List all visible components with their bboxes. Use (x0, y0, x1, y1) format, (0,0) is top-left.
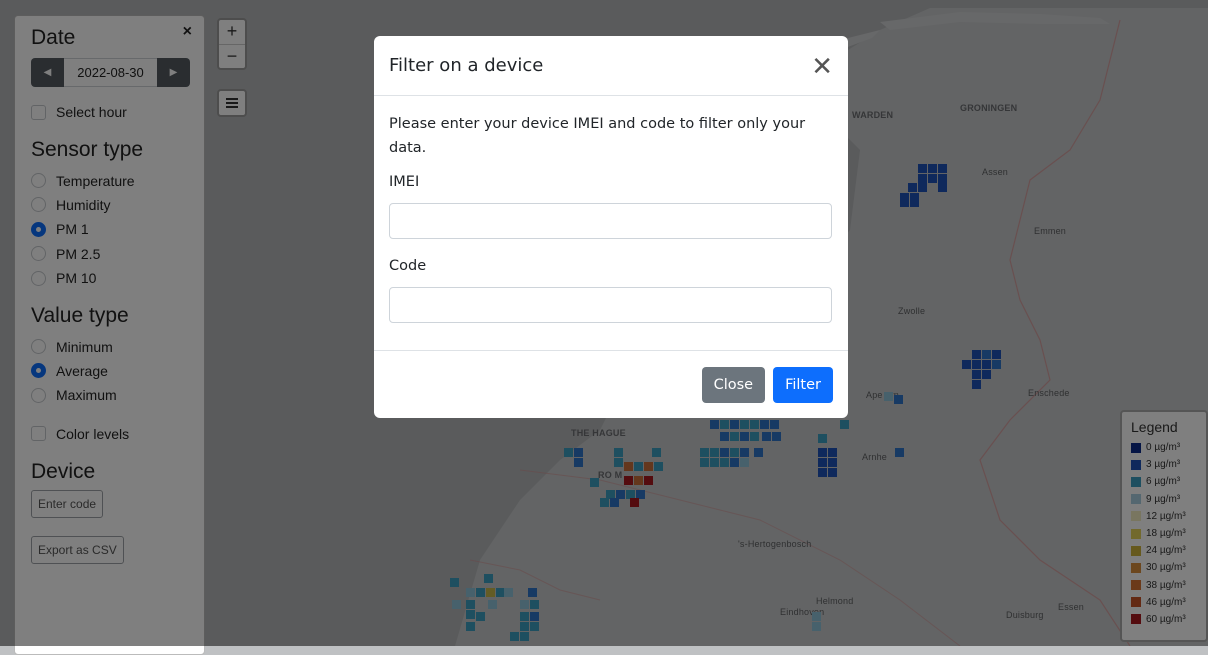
modal-description: Please enter your device IMEI and code t… (389, 116, 806, 156)
close-button[interactable]: Close (701, 366, 766, 403)
modal-title: Filter on a device (389, 55, 544, 76)
code-input[interactable] (389, 287, 832, 323)
imei-label: IMEI (389, 174, 420, 190)
imei-input[interactable] (389, 203, 832, 239)
code-label: Code (389, 258, 427, 274)
modal-footer: Close Filter (374, 350, 848, 418)
filter-device-modal: Filter on a device ✕ Please enter your d… (374, 36, 848, 418)
modal-header: Filter on a device ✕ (374, 36, 848, 96)
filter-button[interactable]: Filter (773, 366, 833, 403)
modal-close-icon[interactable]: ✕ (811, 53, 833, 79)
modal-body: Please enter your device IMEI and code t… (374, 96, 848, 323)
